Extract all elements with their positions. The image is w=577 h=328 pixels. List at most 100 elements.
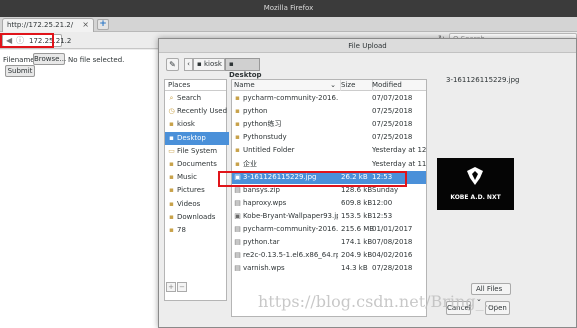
type-location-button[interactable]: ✎ [166,58,179,71]
browse-button[interactable]: Browse... [33,53,66,65]
search-icon: ⌕ [169,94,174,102]
file-row[interactable]: ▪Untitled Folder Yesterday at 12:02 [232,144,427,157]
file-name: python [243,107,268,116]
preview-filename: 3-161126115229.jpg [446,76,520,84]
file-name: re2c-0.13.5-1.el6.x86_64.rpm [243,251,338,260]
places-item-downloads[interactable]: ▪ Downloads [165,211,229,224]
home-folder-icon: ▪ [197,60,202,68]
file-row[interactable]: ▤ python.tar 174.1 kB 07/08/2018 [232,236,426,249]
file-size: 174.1 kB [341,238,373,247]
places-item-label: Videos [177,199,201,208]
file-name-cell: ▪ python [234,105,338,118]
folder-icon: ▪ [169,199,174,208]
file-row[interactable]: ▤ varnish.wps 14.3 kB 07/28/2018 [232,262,426,275]
file-modified: 07/25/2018 [372,107,413,116]
url-highlight-box [0,33,54,48]
file-modified: 07/08/2018 [372,238,413,247]
watermark: https://blog.csdn.net/Bring_... [258,292,499,311]
breadcrumb-desktop-label: Desktop [229,71,262,79]
places-item-videos[interactable]: ▪ Videos [165,198,229,211]
places-header: Places [165,80,226,91]
file-name: pycharm-community-2016.3.2.t... [243,225,338,233]
folder-icon: ▪ [169,160,174,168]
file-name: 企业 [243,159,257,168]
column-name-label: Name [234,81,255,89]
folder-icon: ▪ [235,146,240,155]
places-item-label: Recently Used [177,107,228,116]
file-size: 153.5 kB [341,211,373,220]
file-name-cell: ▪ 企业 [234,158,338,171]
file-modified: Yesterday at 12:02 [372,146,427,155]
places-item-label: Downloads [177,212,216,221]
file-list-header: Name ⌄ Size Modified [232,80,426,91]
file-row[interactable]: ▤pycharm-community-2016.3.2.t...215.6 MB… [232,223,426,236]
preview-image: KOBE A.D. NXT [437,158,514,210]
file-icon: ▤ [234,198,241,207]
tab-title: http://172.25.21.2/ [7,21,74,29]
file-name-cell: ▪ python练习 [234,118,338,131]
column-modified-header[interactable]: Modified [370,80,426,91]
remove-bookmark-button[interactable]: − [177,282,187,292]
places-item-documents[interactable]: ▪ Documents [165,158,229,171]
filename-label: Filename: [3,56,37,64]
close-tab-icon[interactable]: × [82,20,89,29]
image-file-icon: ▣ [234,211,241,220]
places-item-label: Desktop [177,133,206,142]
folder-icon: ▪ [169,120,174,129]
file-row[interactable]: ▪ python练习 07/25/2018 [232,118,426,131]
file-name-cell: ▤ haproxy.wps [234,197,338,210]
file-list: Name ⌄ Size Modified ▪ pycharm-community-2… [231,79,427,317]
file-name-cell: ▪ Pythonstudy [234,131,338,144]
file-row[interactable]: ▪企业 Yesterday at 11:39 [232,158,426,171]
preview-caption: KOBE A.D. NXT [450,194,501,201]
breadcrumb-back-button[interactable]: ‹ [184,58,193,71]
file-name: varnish.wps [243,264,285,273]
file-row[interactable]: ▤ haproxy.wps 609.8 kB 12:00 [232,197,426,210]
new-tab-button[interactable]: + [97,19,109,30]
breadcrumb-kiosk[interactable]: ▪ kiosk [193,58,225,71]
chevron-down-icon: ⌄ [330,81,336,89]
places-item-search[interactable]: ⌕ Search [165,92,229,105]
folder-icon: ▪ [235,120,240,129]
folder-icon: ▪ [235,94,240,102]
file-row[interactable]: ▣ Kobe-Bryant-Wallpaper93.jpg 153.5 kB 12:5… [232,210,426,223]
places-item-label: 78 [177,226,186,234]
places-item-78[interactable]: ▪ 78 [165,224,229,237]
folder-icon: ▪ [229,60,234,68]
column-size-header[interactable]: Size [339,80,373,91]
places-item-kiosk[interactable]: ▪ kiosk [165,118,229,131]
file-modified: 07/25/2018 [372,133,413,142]
places-item-recently-used[interactable]: ◷ Recently Used [165,105,229,118]
kobe-logo-icon [467,167,483,185]
places-item-label: Documents [177,160,217,168]
folder-icon: ▪ [169,173,174,182]
file-size: 215.6 MB [341,225,375,233]
file-name-cell: ▤pycharm-community-2016.3.2.t... [234,223,338,236]
submit-button[interactable]: Submit [5,65,35,77]
file-row[interactable]: ▪ python 07/25/2018 [232,105,426,118]
browser-tab[interactable]: http://172.25.21.2/ × [2,18,94,32]
file-row[interactable]: ▪ Pythonstudy 07/25/2018 [232,131,426,144]
file-name-cell: ▤ varnish.wps [234,262,338,275]
file-name-cell: ▤ python.tar [234,236,338,249]
file-name: pycharm-community-2016.3.2 [243,94,338,102]
folder-icon: ▪ [235,133,240,142]
file-row[interactable]: ▪pycharm-community-2016.3.2 07/07/2018 [232,92,426,105]
places-item-label: kiosk [177,120,195,129]
file-modified: 07/28/2018 [372,264,413,273]
file-size: 204.9 kB [341,251,373,260]
file-name: Kobe-Bryant-Wallpaper93.jpg [243,211,338,220]
file-name: Pythonstudy [243,133,287,142]
breadcrumb-desktop[interactable]: ▪ Desktop [225,58,262,79]
file-modified: 01/01/2017 [372,225,413,233]
file-row[interactable]: ▤ re2c-0.13.5-1.el6.x86_64.rpm 204.9 kB 04/… [232,249,426,262]
column-name-header[interactable]: Name ⌄ [232,80,341,91]
places-item-desktop[interactable]: ▪ Desktop [165,131,229,145]
no-file-text: No file selected. [68,56,125,64]
breadcrumb-kiosk-label: kiosk [203,60,222,68]
add-bookmark-button[interactable]: + [166,282,176,292]
folder-icon: ▪ [169,212,174,221]
file-name: python.tar [243,238,280,247]
places-item-file-system[interactable]: ▭ File System [165,145,229,158]
folder-icon: ▪ [169,226,174,234]
